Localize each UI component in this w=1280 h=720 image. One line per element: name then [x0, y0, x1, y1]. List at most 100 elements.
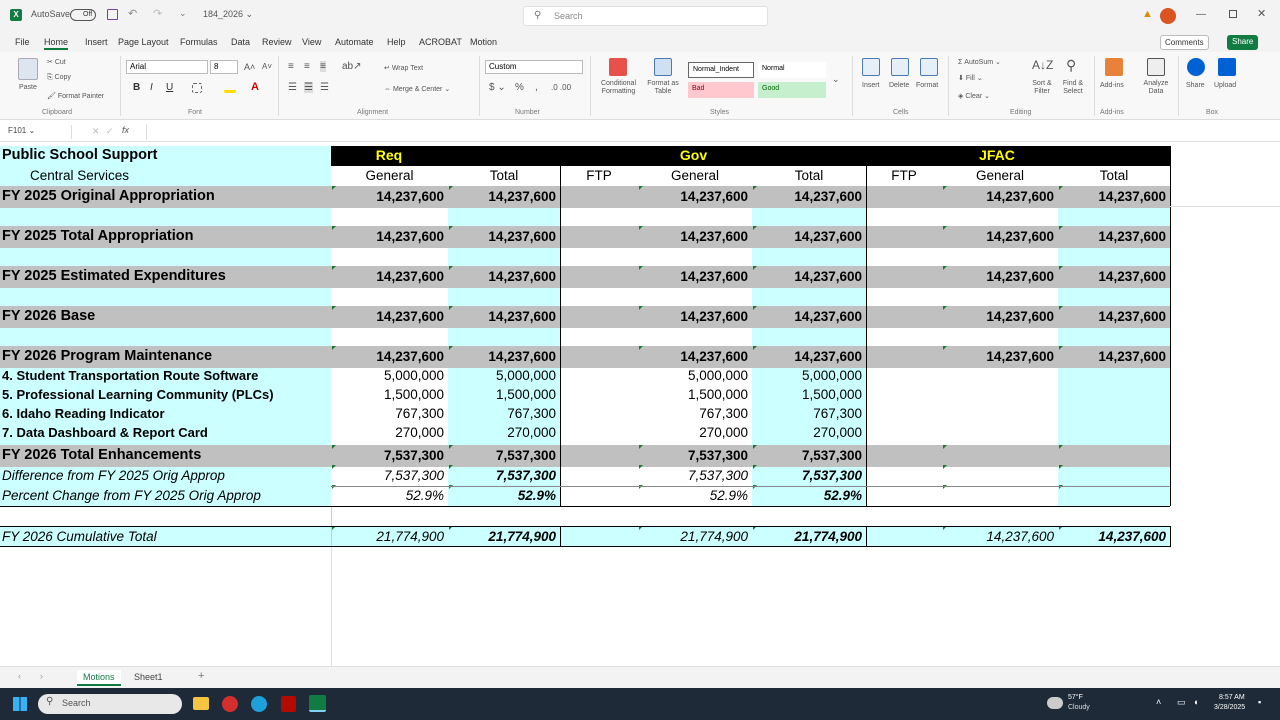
cell-value[interactable]: 14,237,600 [1058, 527, 1170, 546]
italic-button[interactable]: I [150, 82, 153, 93]
align-right-icon[interactable]: ☰ [320, 82, 329, 93]
cell-value[interactable]: 14,237,600 [638, 187, 752, 206]
redo-icon[interactable]: ↷ [153, 7, 162, 20]
comma-icon[interactable]: , [535, 82, 538, 93]
row-label[interactable]: FY 2025 Original Appropriation [2, 187, 330, 206]
cell-value[interactable]: 14,237,600 [1058, 227, 1170, 246]
cell-value[interactable]: 14,237,600 [331, 227, 448, 246]
box-share-icon[interactable] [1187, 58, 1205, 76]
menu-formulas[interactable]: Formulas [180, 37, 218, 47]
percent-icon[interactable]: % [515, 82, 524, 93]
cell-value[interactable]: 14,237,600 [448, 187, 560, 206]
acrobat-icon[interactable] [281, 696, 296, 712]
cell-value[interactable]: 1,500,000 [638, 385, 752, 404]
find-select-icon[interactable]: ⚲ [1066, 57, 1076, 74]
cell-value[interactable]: 14,237,600 [942, 347, 1058, 366]
volume-icon[interactable]: ◖ [1193, 697, 1198, 707]
cell-value[interactable]: 14,237,600 [752, 227, 866, 246]
avatar[interactable] [1160, 8, 1176, 24]
menu-data[interactable]: Data [231, 37, 250, 47]
style-normal-indent[interactable]: Normal_Indent [688, 62, 754, 78]
cell-value[interactable]: 14,237,600 [1058, 307, 1170, 326]
cell-value[interactable]: 767,300 [448, 404, 560, 423]
cell-value[interactable]: 1,500,000 [448, 385, 560, 404]
cell-value[interactable]: 14,237,600 [942, 267, 1058, 286]
cell-value[interactable]: 270,000 [638, 423, 752, 442]
cell-value[interactable]: 52.9% [752, 486, 866, 505]
box-upload-icon[interactable] [1218, 58, 1236, 76]
cell-value[interactable]: 14,237,600 [752, 187, 866, 206]
format-painter-button[interactable]: 🖌 Format Painter [47, 92, 104, 100]
cell-value[interactable]: 270,000 [448, 423, 560, 442]
cell-value[interactable]: 21,774,900 [752, 527, 866, 546]
format-cells-icon[interactable] [920, 58, 938, 76]
cell-value[interactable]: 14,237,600 [752, 267, 866, 286]
cancel-icon[interactable]: ✕ [92, 126, 100, 137]
undo-icon[interactable]: ↶ [128, 7, 137, 20]
spreadsheet-grid[interactable]: Public School Support Req Gov JFAC Centr… [0, 146, 1280, 666]
borders-icon[interactable] [192, 83, 202, 93]
customize-toolbar-icon[interactable]: ⌄ [179, 8, 187, 19]
restore-icon[interactable] [1229, 10, 1237, 18]
cell-value[interactable]: 52.9% [331, 486, 448, 505]
cell-value[interactable]: 21,774,900 [638, 527, 752, 546]
autosum-button[interactable]: Σ AutoSum ⌄ [958, 58, 1001, 66]
analyze-data-icon[interactable] [1147, 58, 1165, 76]
cell-value[interactable]: 7,537,300 [331, 446, 448, 465]
tab-scroll-right-icon[interactable]: › [40, 671, 43, 681]
file-name[interactable]: 184_2026 ⌄ [203, 9, 253, 20]
menu-automate[interactable]: Automate [335, 37, 374, 47]
cell-value[interactable]: 21,774,900 [331, 527, 448, 546]
cell-value[interactable]: 7,537,300 [448, 446, 560, 465]
cell-value[interactable]: 14,237,600 [942, 307, 1058, 326]
menu-insert[interactable]: Insert [85, 37, 108, 47]
format-cells-button[interactable]: Format [916, 82, 938, 89]
cell-value[interactable]: 14,237,600 [638, 267, 752, 286]
increase-font-icon[interactable]: A˄ [244, 62, 255, 72]
cell-value[interactable]: 14,237,600 [942, 187, 1058, 206]
clock-time[interactable]: 8:57 AM [1219, 694, 1245, 701]
wrap-text-button[interactable]: ↵ Wrap Text [384, 64, 423, 72]
menu-view[interactable]: View [302, 37, 321, 47]
fx-icon[interactable]: fx [122, 125, 129, 135]
cell-value[interactable]: 14,237,600 [638, 347, 752, 366]
cell-value[interactable]: 767,300 [638, 404, 752, 423]
orientation-icon[interactable]: ab↗ [342, 61, 362, 72]
tab-scroll-left-icon[interactable]: ‹ [18, 671, 21, 681]
menu-file[interactable]: File [15, 37, 30, 47]
network-icon[interactable]: ▭ [1177, 697, 1186, 708]
addins-icon[interactable] [1105, 58, 1123, 76]
cumulative-total-label[interactable]: FY 2026 Cumulative Total [2, 527, 330, 546]
row-label[interactable]: 7. Data Dashboard & Report Card [2, 423, 330, 442]
cell-value[interactable]: 52.9% [448, 486, 560, 505]
number-format-select[interactable]: Custom [485, 60, 583, 74]
insert-cells-button[interactable]: Insert [862, 82, 880, 89]
cell-value[interactable]: 14,237,600 [331, 307, 448, 326]
format-as-table-button[interactable]: Format as Table [645, 80, 681, 96]
close-icon[interactable]: ✕ [1257, 7, 1266, 20]
cell-value[interactable]: 14,237,600 [942, 227, 1058, 246]
autosave-toggle[interactable]: Off [70, 9, 96, 21]
fill-button[interactable]: ⬇ Fill ⌄ [958, 74, 983, 82]
row-label[interactable]: FY 2025 Total Appropriation [2, 227, 330, 246]
cell-value[interactable]: 1,500,000 [752, 385, 866, 404]
row-label[interactable]: FY 2026 Total Enhancements [2, 446, 330, 465]
cell-value[interactable]: 7,537,300 [752, 446, 866, 465]
app-red-icon[interactable] [222, 696, 238, 712]
cell-value[interactable]: 14,237,600 [638, 227, 752, 246]
warning-icon[interactable]: ▲ [1142, 8, 1153, 20]
cell-value[interactable]: 5,000,000 [448, 366, 560, 385]
find-select-button[interactable]: Find & Select [1058, 80, 1088, 96]
cell-value[interactable]: 14,237,600 [331, 187, 448, 206]
currency-icon[interactable]: $ ⌄ [489, 82, 506, 93]
row-label[interactable]: FY 2025 Estimated Expenditures [2, 267, 330, 286]
paste-icon[interactable] [18, 58, 38, 80]
search-box[interactable]: ⚲ Search [523, 6, 768, 26]
cell-value[interactable]: 14,237,600 [331, 347, 448, 366]
tray-chevron-icon[interactable]: ˄ [1156, 697, 1161, 707]
insert-cells-icon[interactable] [862, 58, 880, 76]
addins-button[interactable]: Add-ins [1100, 82, 1124, 89]
cell-value[interactable]: 7,537,300 [331, 466, 448, 485]
decimal-icon[interactable]: .0 .00 [551, 83, 571, 92]
cell-value[interactable]: 1,500,000 [331, 385, 448, 404]
